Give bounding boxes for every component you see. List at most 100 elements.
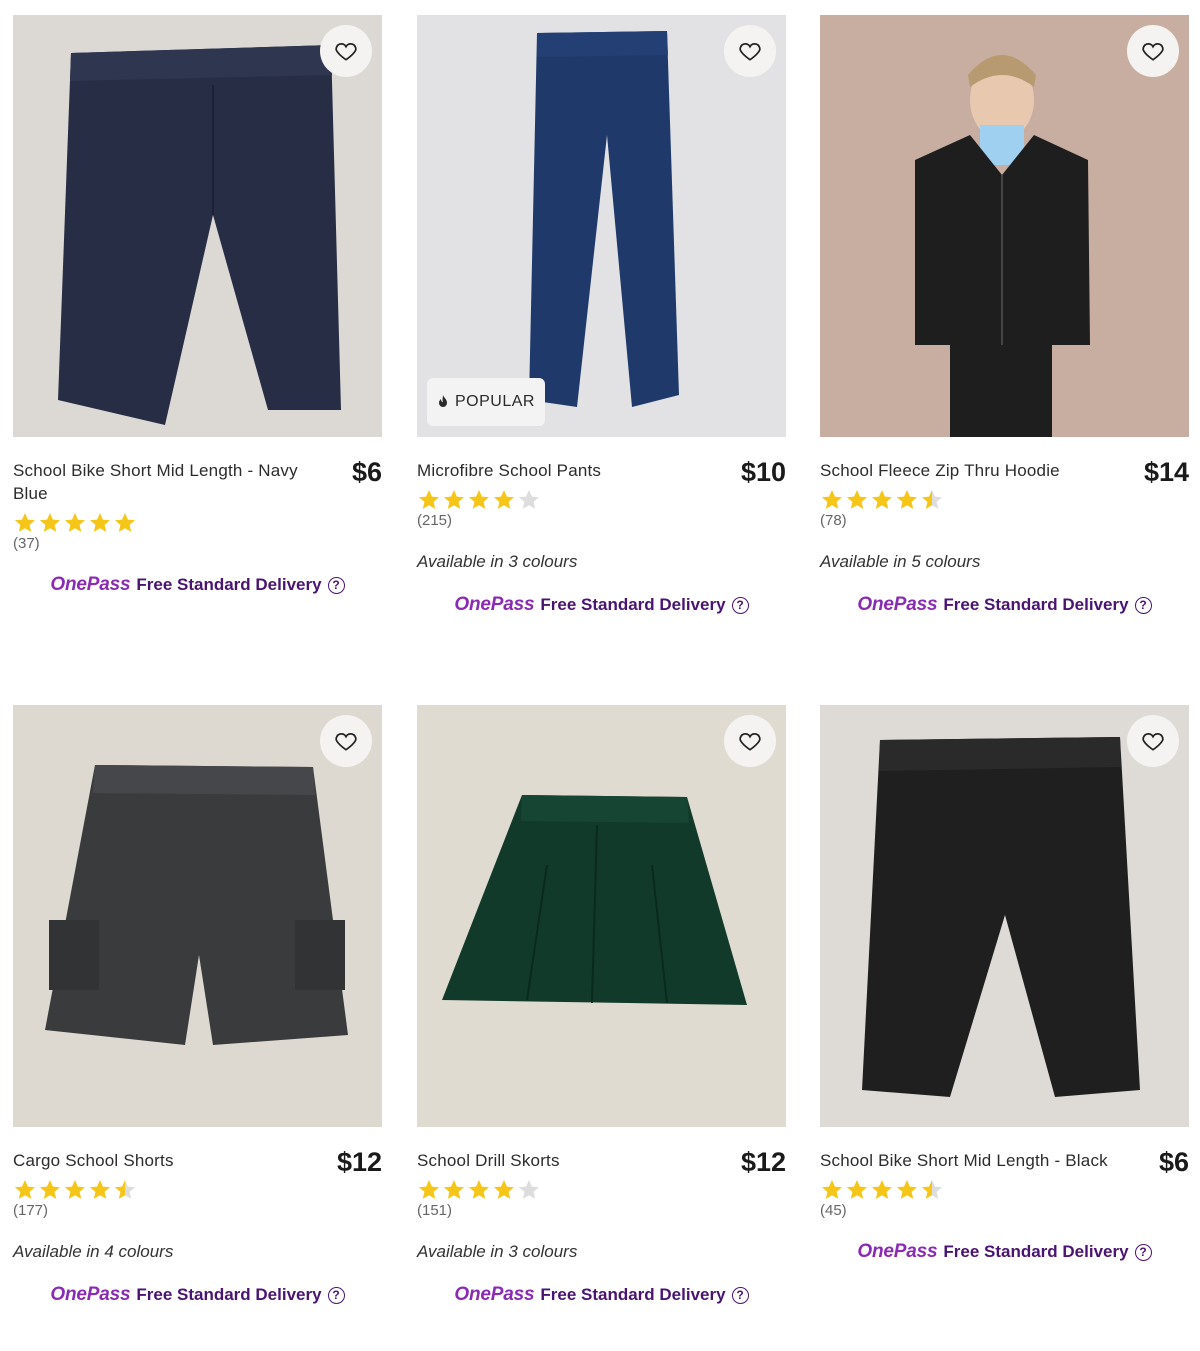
product-grid: School Bike Short Mid Length - Navy Blue… — [0, 0, 1200, 1351]
star-icon — [518, 1180, 539, 1199]
heart-icon — [739, 42, 761, 61]
product-name[interactable]: Microfibre School Pants — [417, 459, 717, 482]
black-hoodie-model-image — [820, 15, 1189, 437]
product-price: $12 — [740, 1147, 786, 1177]
star-icon — [89, 1180, 110, 1199]
onepass-delivery: OnePass Free Standard Delivery ? — [13, 1284, 382, 1306]
star-icon — [468, 490, 489, 509]
onepass-delivery: OnePass Free Standard Delivery ? — [820, 1241, 1189, 1263]
product-price: $10 — [740, 457, 786, 487]
wishlist-heart-button[interactable] — [724, 25, 776, 77]
star-icon — [443, 1180, 464, 1199]
product-name[interactable]: Cargo School Shorts — [13, 1149, 313, 1172]
product-card[interactable]: POPULAR Microfibre School Pants $10 (215… — [417, 15, 786, 616]
product-card[interactable]: School Fleece Zip Thru Hoodie $14 (78) A… — [820, 15, 1189, 616]
product-image[interactable]: POPULAR — [417, 15, 786, 437]
product-card[interactable]: School Bike Short Mid Length - Black $6 … — [820, 705, 1189, 1263]
star-icon — [846, 490, 867, 509]
question-circle-icon[interactable]: ? — [731, 1286, 749, 1304]
product-card[interactable]: Cargo School Shorts $12 (177) Available … — [13, 705, 382, 1306]
product-price: $14 — [1143, 457, 1189, 487]
star-rating — [820, 487, 1189, 513]
onepass-delivery: OnePass Free Standard Delivery ? — [13, 574, 382, 596]
star-icon — [64, 1180, 85, 1199]
product-name[interactable]: School Bike Short Mid Length - Navy Blue — [13, 459, 313, 505]
product-price: $12 — [336, 1147, 382, 1177]
review-count: (177) — [13, 1202, 49, 1219]
flame-icon — [439, 395, 447, 407]
product-card[interactable]: School Drill Skorts $12 (151) Available … — [417, 705, 786, 1306]
delivery-text: Free Standard Delivery — [943, 1242, 1129, 1261]
navy-bike-shorts-image — [13, 15, 382, 437]
wishlist-heart-button[interactable] — [320, 25, 372, 77]
question-circle-icon[interactable]: ? — [731, 596, 749, 614]
product-price: $6 — [1158, 1147, 1189, 1177]
star-rating — [417, 487, 786, 513]
star-icon — [418, 1180, 439, 1199]
product-image[interactable] — [13, 15, 382, 437]
review-count: (151) — [417, 1202, 453, 1219]
product-image[interactable] — [417, 705, 786, 1127]
onepass-logo: OnePass — [50, 1284, 131, 1305]
star-icon — [39, 1180, 60, 1199]
star-icon — [39, 513, 60, 532]
star-icon — [89, 513, 110, 532]
wishlist-heart-button[interactable] — [1127, 25, 1179, 77]
star-icon — [14, 513, 35, 532]
onepass-delivery: OnePass Free Standard Delivery ? — [820, 594, 1189, 616]
star-icon — [493, 1180, 514, 1199]
product-image[interactable] — [820, 705, 1189, 1127]
product-price: $6 — [351, 457, 382, 487]
review-count: (78) — [820, 512, 847, 529]
onepass-delivery: OnePass Free Standard Delivery ? — [417, 1284, 786, 1306]
star-icon — [443, 490, 464, 509]
wishlist-heart-button[interactable] — [724, 715, 776, 767]
heart-icon — [1142, 42, 1164, 61]
star-icon — [896, 1180, 917, 1199]
question-circle-icon[interactable]: ? — [327, 1286, 345, 1304]
heart-icon — [335, 732, 357, 751]
onepass-logo: OnePass — [454, 1284, 535, 1305]
question-circle-icon[interactable]: ? — [327, 576, 345, 594]
wishlist-heart-button[interactable] — [1127, 715, 1179, 767]
product-name[interactable]: School Bike Short Mid Length - Black — [820, 1149, 1120, 1172]
green-drill-skort-image — [417, 705, 786, 1127]
review-count: (215) — [417, 512, 453, 529]
star-icon — [418, 490, 439, 509]
product-image[interactable] — [820, 15, 1189, 437]
star-icon — [64, 513, 85, 532]
star-icon — [518, 490, 539, 509]
delivery-text: Free Standard Delivery — [540, 595, 726, 614]
star-icon — [871, 1180, 892, 1199]
heart-icon — [335, 42, 357, 61]
onepass-logo: OnePass — [454, 594, 535, 615]
star-rating — [417, 1177, 786, 1203]
star-icon — [896, 490, 917, 509]
heart-icon — [739, 732, 761, 751]
star-icon — [14, 1180, 35, 1199]
product-image[interactable] — [13, 705, 382, 1127]
onepass-delivery: OnePass Free Standard Delivery ? — [417, 594, 786, 616]
delivery-text: Free Standard Delivery — [136, 575, 322, 594]
review-count: (45) — [820, 1202, 847, 1219]
navy-school-pants-image — [417, 15, 786, 437]
star-icon — [921, 490, 942, 509]
product-name[interactable]: School Fleece Zip Thru Hoodie — [820, 459, 1120, 482]
star-icon — [921, 1180, 942, 1199]
star-icon — [871, 490, 892, 509]
question-circle-icon[interactable]: ? — [1134, 596, 1152, 614]
available-colours: Available in 3 colours — [417, 1242, 578, 1261]
onepass-logo: OnePass — [857, 1241, 938, 1262]
star-icon — [114, 1180, 135, 1199]
product-card[interactable]: School Bike Short Mid Length - Navy Blue… — [13, 15, 382, 596]
onepass-logo: OnePass — [857, 594, 938, 615]
question-circle-icon[interactable]: ? — [1134, 1243, 1152, 1261]
delivery-text: Free Standard Delivery — [136, 1285, 322, 1304]
available-colours: Available in 3 colours — [417, 552, 578, 571]
star-icon — [468, 1180, 489, 1199]
star-icon — [114, 513, 135, 532]
badge-label: POPULAR — [455, 393, 535, 410]
wishlist-heart-button[interactable] — [320, 715, 372, 767]
popular-badge: POPULAR — [427, 378, 545, 426]
product-name[interactable]: School Drill Skorts — [417, 1149, 717, 1172]
